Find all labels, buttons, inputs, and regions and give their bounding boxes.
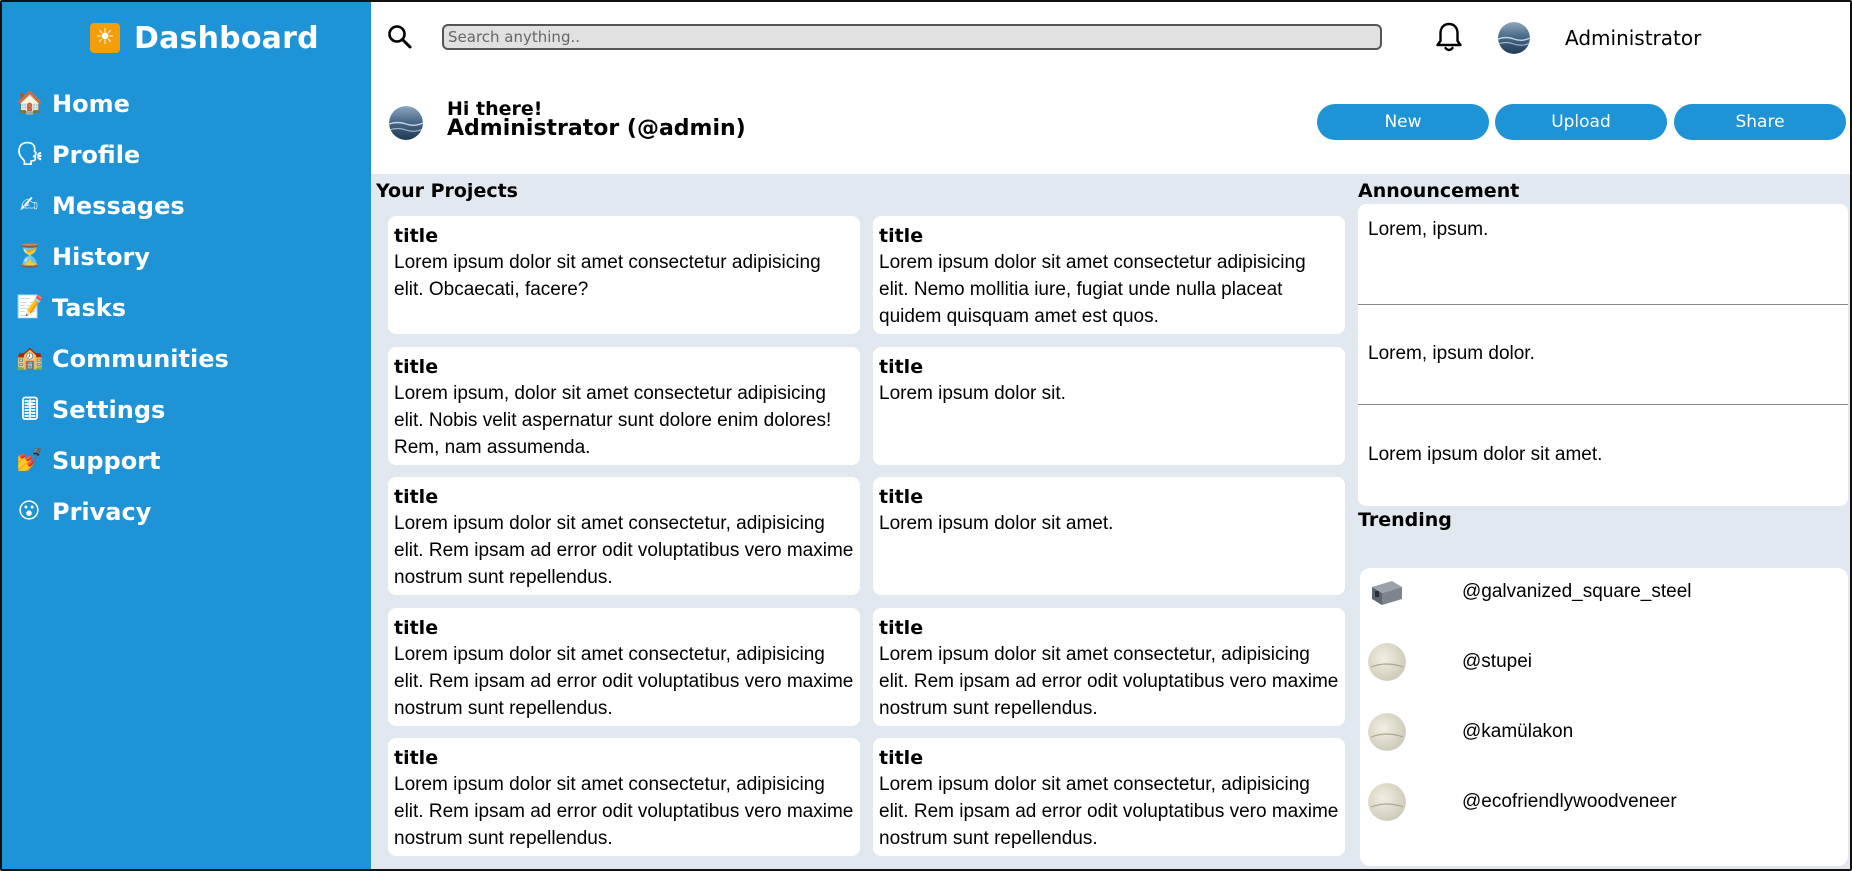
project-card-title: title [394, 617, 439, 639]
share-button[interactable]: Share [1674, 104, 1846, 140]
project-card-body: Lorem ipsum dolor sit amet consectetur a… [879, 252, 1306, 327]
trending-user-name: @stupei [1462, 651, 1532, 672]
project-card[interactable]: title Lorem ipsum, dolor sit amet consec… [388, 347, 860, 465]
sidebar-item-profile[interactable]: 🗣 Profile [16, 129, 229, 180]
list-item[interactable]: @ecofriendlywoodveneer [1368, 782, 1677, 822]
announcement-heading: Announcement [1358, 180, 1520, 202]
project-card-title: title [879, 617, 924, 639]
sidebar-item-label: Privacy [52, 497, 152, 526]
project-card[interactable]: title Lorem ipsum dolor sit amet consect… [873, 216, 1345, 334]
list-item[interactable]: @stupei [1368, 642, 1532, 682]
greeting-bar: Hi there! Administrator (@admin) New Upl… [371, 74, 1850, 174]
project-card[interactable]: title Lorem ipsum dolor sit amet consect… [388, 608, 860, 726]
greeting-user-name: Administrator (@admin) [447, 116, 746, 141]
sidebar-item-tasks[interactable]: 📝 Tasks [16, 282, 229, 333]
project-card-title: title [879, 747, 924, 769]
sun-icon: ☀ [90, 23, 120, 53]
sidebar-item-label: History [52, 242, 151, 271]
speaking-head-icon: 🗣 [16, 141, 44, 167]
nail-polish-icon: 💅 [16, 447, 44, 473]
project-card-body: Lorem ipsum dolor sit amet consectetur a… [394, 252, 821, 300]
sidebar-item-label: Support [52, 446, 161, 475]
trending-user-name: @ecofriendlywoodveneer [1462, 791, 1677, 812]
project-card-title: title [394, 356, 439, 378]
avatar [1368, 783, 1406, 821]
project-card-body: Lorem ipsum dolor sit amet consectetur, … [394, 774, 854, 849]
project-card-title: title [879, 225, 924, 247]
sidebar-item-history[interactable]: ⏳ History [16, 231, 229, 282]
sidebar-item-label: Tasks [52, 293, 127, 322]
writing-hand-icon: ✍ [19, 192, 39, 218]
face-icon: 😮 [17, 498, 41, 524]
project-card-title: title [394, 486, 439, 508]
project-card-title: title [879, 356, 924, 378]
new-button[interactable]: New [1317, 104, 1489, 140]
project-card-body: Lorem ipsum dolor sit amet consectetur, … [879, 774, 1339, 849]
project-card-title: title [394, 225, 439, 247]
project-card[interactable]: title Lorem ipsum dolor sit amet consect… [873, 608, 1345, 726]
hourglass-icon: ⏳ [16, 243, 44, 269]
project-card-body: Lorem ipsum dolor sit amet consectetur, … [879, 644, 1339, 719]
steel-tube-icon [1372, 581, 1402, 605]
sidebar-item-label: Profile [52, 140, 141, 169]
sidebar-item-label: Settings [52, 395, 166, 424]
trending-user-name: @kamülakon [1462, 721, 1574, 742]
sidebar-item-label: Messages [52, 191, 185, 220]
slider-icon: 🎚 [16, 396, 44, 422]
project-card-body: Lorem ipsum dolor sit amet consectetur, … [394, 644, 854, 719]
project-card-title: title [879, 486, 924, 508]
project-card[interactable]: title Lorem ipsum dolor sit amet consect… [388, 738, 860, 856]
project-card-body: Lorem ipsum dolor sit. [879, 383, 1066, 404]
list-item[interactable]: @kamülakon [1368, 712, 1573, 752]
avatar [1368, 643, 1406, 681]
app-window: ☀ Dashboard 🏠 Home 🗣 Profile ✍ Messages … [0, 0, 1852, 871]
project-card[interactable]: title Lorem ipsum dolor sit amet consect… [873, 738, 1345, 856]
sidebar-item-settings[interactable]: 🎚 Settings [16, 384, 229, 435]
sidebar-item-support[interactable]: 💅 Support [16, 435, 229, 486]
project-card[interactable]: title Lorem ipsum dolor sit amet. [873, 477, 1345, 595]
announcement-item[interactable]: Lorem, ipsum dolor. [1358, 305, 1848, 405]
project-card-body: Lorem ipsum dolor sit amet consectetur, … [394, 513, 854, 588]
bell-icon[interactable] [1433, 20, 1465, 54]
sidebar-item-privacy[interactable]: 😮 Privacy [16, 486, 229, 537]
brand-title: Dashboard [134, 20, 319, 56]
announcement-item[interactable]: Lorem ipsum dolor sit amet. [1358, 405, 1848, 506]
trending-user-name: @galvanized_square_steel [1462, 581, 1692, 602]
user-name[interactable]: Administrator [1565, 26, 1701, 50]
upload-button[interactable]: Upload [1495, 104, 1667, 140]
search-icon[interactable] [385, 22, 415, 52]
sidebar-item-label: Home [52, 89, 130, 118]
sidebar-item-messages[interactable]: ✍ Messages [16, 180, 229, 231]
sidebar-item-home[interactable]: 🏠 Home [16, 78, 229, 129]
sidebar-nav: 🏠 Home 🗣 Profile ✍ Messages ⏳ History 📝 … [16, 78, 229, 537]
top-bar: Administrator [371, 2, 1850, 74]
search-input[interactable] [442, 24, 1382, 50]
avatar[interactable] [1498, 22, 1530, 54]
project-card[interactable]: title Lorem ipsum dolor sit amet consect… [388, 477, 860, 595]
project-card-title: title [394, 747, 439, 769]
announcement-list: Lorem, ipsum. Lorem, ipsum dolor. Lorem … [1358, 204, 1848, 506]
project-card[interactable]: title Lorem ipsum dolor sit amet consect… [388, 216, 860, 334]
memo-icon: 📝 [16, 294, 44, 320]
project-card[interactable]: title Lorem ipsum dolor sit. [873, 347, 1345, 465]
project-card-body: Lorem ipsum, dolor sit amet consectetur … [394, 383, 832, 458]
sidebar-item-label: Communities [52, 344, 229, 373]
list-item[interactable]: @galvanized_square_steel [1368, 572, 1692, 612]
trending-list: @galvanized_square_steel @stupei @kamüla… [1360, 568, 1848, 866]
trending-heading: Trending [1358, 509, 1452, 531]
brand[interactable]: ☀ Dashboard [90, 18, 319, 58]
home-icon: 🏠 [16, 90, 44, 116]
announcement-item[interactable]: Lorem, ipsum. [1358, 204, 1848, 305]
avatar [389, 106, 423, 140]
project-card-body: Lorem ipsum dolor sit amet. [879, 513, 1114, 534]
sidebar-item-communities[interactable]: 🏫 Communities [16, 333, 229, 384]
avatar [1368, 713, 1406, 751]
school-icon: 🏫 [16, 345, 44, 371]
projects-heading: Your Projects [376, 180, 518, 202]
sidebar: ☀ Dashboard 🏠 Home 🗣 Profile ✍ Messages … [2, 2, 371, 869]
